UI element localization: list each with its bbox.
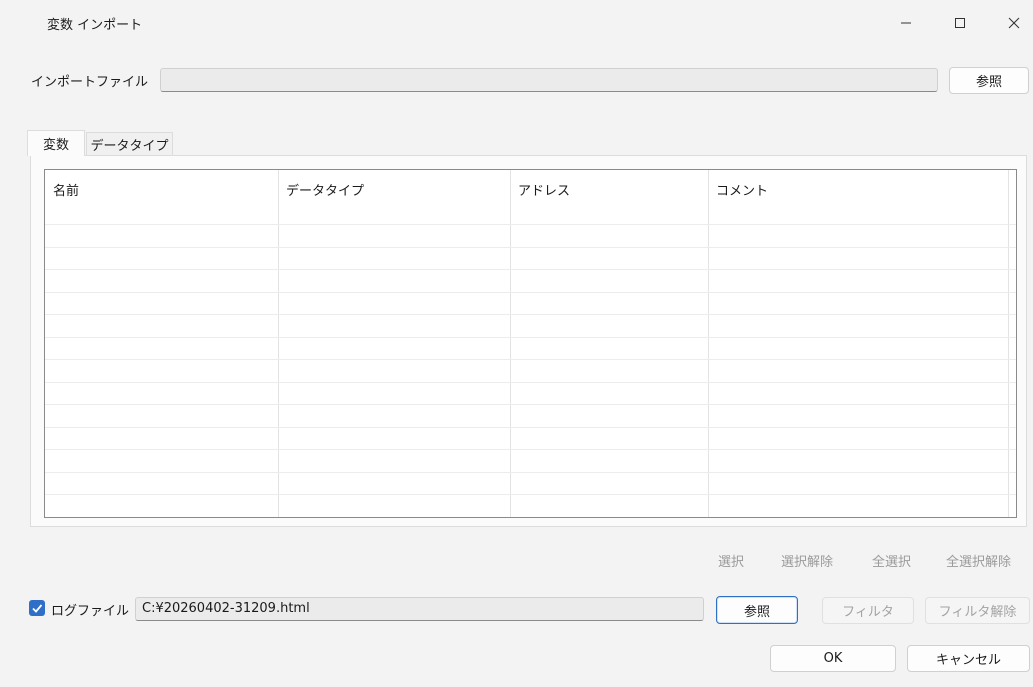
import-file-label: インポートファイル — [31, 75, 149, 90]
table-header: 名前 データタイプ アドレス コメント — [45, 170, 1016, 224]
table-row — [45, 472, 1016, 473]
deselect-all-link[interactable]: 全選択解除 — [946, 551, 1011, 570]
filter-clear-button[interactable]: フィルタ解除 — [925, 597, 1030, 624]
table-row — [45, 314, 1016, 315]
minimize-button[interactable] — [886, 8, 926, 38]
close-icon — [1008, 17, 1020, 29]
filter-button[interactable]: フィルタ — [822, 597, 914, 624]
cancel-button[interactable]: キャンセル — [907, 645, 1030, 672]
column-header-name[interactable]: 名前 — [45, 170, 278, 224]
table-row — [45, 427, 1016, 428]
table-row — [45, 494, 1016, 495]
column-header-comment[interactable]: コメント — [708, 170, 1008, 224]
import-file-field[interactable] — [160, 68, 938, 92]
log-file-checkbox[interactable] — [29, 600, 45, 616]
maximize-icon — [955, 18, 965, 28]
title-bar: 変数 インポート — [0, 0, 1033, 46]
window-title: 変数 インポート — [47, 18, 143, 33]
table-row — [45, 359, 1016, 360]
column-header-address[interactable]: アドレス — [510, 170, 708, 224]
minimize-icon — [901, 22, 911, 24]
column-separator — [1008, 170, 1009, 517]
table-row — [45, 404, 1016, 405]
deselect-link[interactable]: 選択解除 — [781, 551, 833, 570]
log-file-value: C:¥20260402-31209.html — [142, 601, 310, 616]
table-row — [45, 292, 1016, 293]
tab-variables[interactable]: 変数 — [27, 130, 85, 156]
maximize-button[interactable] — [940, 8, 980, 38]
select-all-link[interactable]: 全選択 — [872, 551, 911, 570]
log-file-field[interactable]: C:¥20260402-31209.html — [135, 597, 704, 621]
variables-table[interactable]: 名前 データタイプ アドレス コメント — [44, 169, 1017, 518]
select-link[interactable]: 選択 — [718, 551, 744, 570]
table-row — [45, 337, 1016, 338]
table-row — [45, 382, 1016, 383]
table-row — [45, 269, 1016, 270]
table-row — [45, 449, 1016, 450]
checkmark-icon — [32, 604, 43, 613]
column-separator — [510, 170, 511, 517]
column-separator — [278, 170, 279, 517]
log-file-label: ログファイル — [51, 604, 130, 619]
log-browse-button[interactable]: 参照 — [716, 596, 798, 624]
ok-button[interactable]: OK — [770, 645, 896, 672]
column-separator — [708, 170, 709, 517]
table-row — [45, 247, 1016, 248]
column-header-datatype[interactable]: データタイプ — [278, 170, 510, 224]
import-browse-button[interactable]: 参照 — [949, 67, 1029, 94]
close-button[interactable] — [994, 8, 1033, 38]
table-row — [45, 224, 1016, 225]
tab-datatype[interactable]: データタイプ — [86, 132, 173, 156]
